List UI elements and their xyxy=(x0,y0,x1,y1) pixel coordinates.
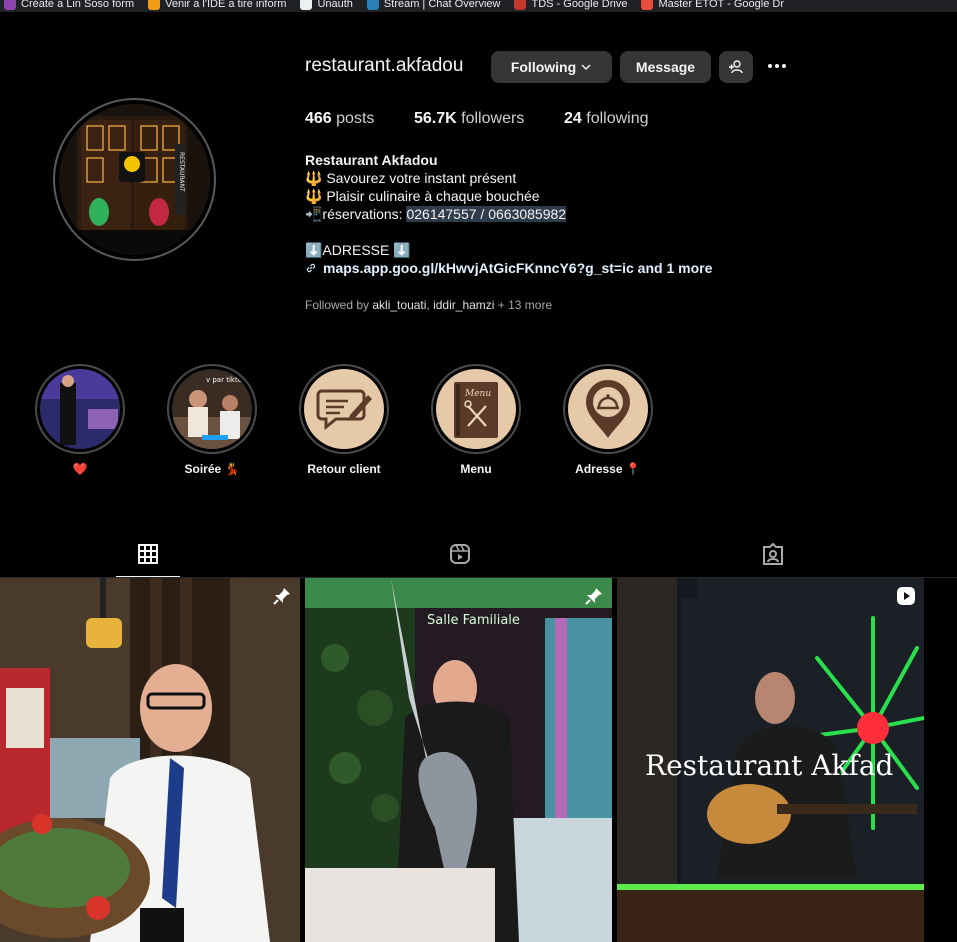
bookmark-icon xyxy=(4,0,16,10)
highlight-cover xyxy=(568,369,648,449)
bookmarks-bar: Créate a Lin Soso form Venir a l'IDE a t… xyxy=(0,0,957,12)
message-label: Message xyxy=(635,59,696,75)
bookmark-icon xyxy=(148,0,161,10)
menu-book-icon: Menu xyxy=(454,382,498,438)
active-tab-indicator xyxy=(116,576,180,577)
highlight-cover: Menu xyxy=(436,369,516,449)
profile-bio: Restaurant Akfadou 🔱 Savourez votre inst… xyxy=(305,151,775,277)
bio-reservations: 📲réservations: 026147557 / 0663085982 xyxy=(305,206,567,222)
followers-stat[interactable]: 56.7K followers xyxy=(414,110,524,128)
bookmark-icon xyxy=(514,0,527,10)
highlight-overlay-text: v par tiktok xyxy=(206,376,247,384)
bio-address-heading: ⬇️ADRESSE ⬇️ xyxy=(305,242,411,258)
tab-posts[interactable] xyxy=(137,543,161,567)
highlight-menu[interactable]: Menu Menu xyxy=(430,364,522,476)
highlight-cover: v par tiktok xyxy=(172,369,252,449)
post-image: Restaurant Akfad xyxy=(617,578,924,942)
post-tile[interactable] xyxy=(0,578,300,942)
pin-icon xyxy=(585,588,602,605)
post-overlay-text: Restaurant Akfad xyxy=(645,749,894,782)
following-button[interactable]: Following xyxy=(491,51,612,83)
profile-avatar[interactable]: RESTAURANT xyxy=(53,98,216,261)
tagged-icon xyxy=(763,542,783,565)
bio-line: 🔱 Savourez votre instant présent xyxy=(305,170,517,186)
highlight-label: ❤️ xyxy=(72,462,88,476)
suggested-users-button[interactable] xyxy=(719,51,753,83)
highlight-retour-client[interactable]: Retour client xyxy=(298,364,390,476)
tab-reels[interactable] xyxy=(449,543,473,567)
bookmark-item[interactable]: Venir a l'IDE a tire inform xyxy=(148,0,286,10)
highlight-soiree[interactable]: v par tiktok Soirée 💃 xyxy=(166,364,258,476)
reels-icon xyxy=(450,544,470,564)
post-image xyxy=(0,578,300,942)
bookmark-icon xyxy=(366,0,379,10)
link-icon xyxy=(306,263,316,273)
post-tile[interactable]: Restaurant Akfad xyxy=(617,578,924,942)
following-stat[interactable]: 24 following xyxy=(564,110,649,128)
bio-name: Restaurant Akfadou xyxy=(305,152,438,168)
svg-text:RESTAURANT: RESTAURANT xyxy=(178,152,185,192)
highlight-cover xyxy=(40,369,120,449)
bookmark-item[interactable]: Stream | Chat Overview xyxy=(366,0,500,10)
highlight-label: Soirée 💃 xyxy=(184,462,240,476)
following-label: Following xyxy=(510,59,577,75)
instagram-profile-page: Créate a Lin Soso form Venir a l'IDE a t… xyxy=(0,0,957,942)
pin-icon xyxy=(273,588,290,605)
avatar-image: RESTAURANT xyxy=(59,104,210,255)
menu-book-text: Menu xyxy=(464,389,491,399)
tab-tagged[interactable] xyxy=(762,542,786,567)
followed-by[interactable]: Followed by akli_touati, iddir_hamzi + 1… xyxy=(305,298,552,312)
bookmark-item[interactable]: TDS - Google Drive xyxy=(514,0,627,10)
bookmark-icon xyxy=(300,0,313,10)
post-image: Salle Familiale xyxy=(305,578,612,942)
highlight-label: Retour client xyxy=(307,462,381,476)
highlight-cover xyxy=(304,369,384,449)
reel-icon xyxy=(897,587,915,605)
add-user-icon xyxy=(729,60,743,74)
bookmark-item[interactable]: Créate a Lin Soso form xyxy=(4,0,134,10)
location-pin-icon xyxy=(586,380,630,438)
posts-stat: 466 posts xyxy=(305,110,375,127)
more-options-icon[interactable] xyxy=(765,56,789,76)
grid-icon xyxy=(138,544,158,564)
phone-numbers: 026147557 / 0663085982 xyxy=(406,206,567,222)
highlight-label: Adresse 📍 xyxy=(575,462,641,476)
highlight-adresse[interactable]: Adresse 📍 xyxy=(562,364,654,476)
message-button[interactable]: Message xyxy=(620,51,711,83)
bookmark-item[interactable]: Unauth xyxy=(300,0,353,10)
bio-link[interactable]: maps.app.goo.gl/kHwvjAtGicFKnncY6?g_st=i… xyxy=(305,259,775,277)
post-sign-text: Salle Familiale xyxy=(427,613,520,628)
speech-bubble-icon xyxy=(316,389,372,431)
bio-line: 🔱 Plaisir culinaire à chaque bouchée xyxy=(305,188,540,204)
bookmark-item[interactable]: Master ETOT - Google Dr xyxy=(641,0,784,10)
highlight-label: Menu xyxy=(460,462,492,476)
post-tile[interactable]: Salle Familiale xyxy=(305,578,612,942)
bookmark-icon xyxy=(641,0,654,10)
chevron-down-icon xyxy=(581,64,591,70)
highlight-heart[interactable]: ❤️ xyxy=(34,364,126,476)
profile-username: restaurant.akfadou xyxy=(305,55,464,76)
